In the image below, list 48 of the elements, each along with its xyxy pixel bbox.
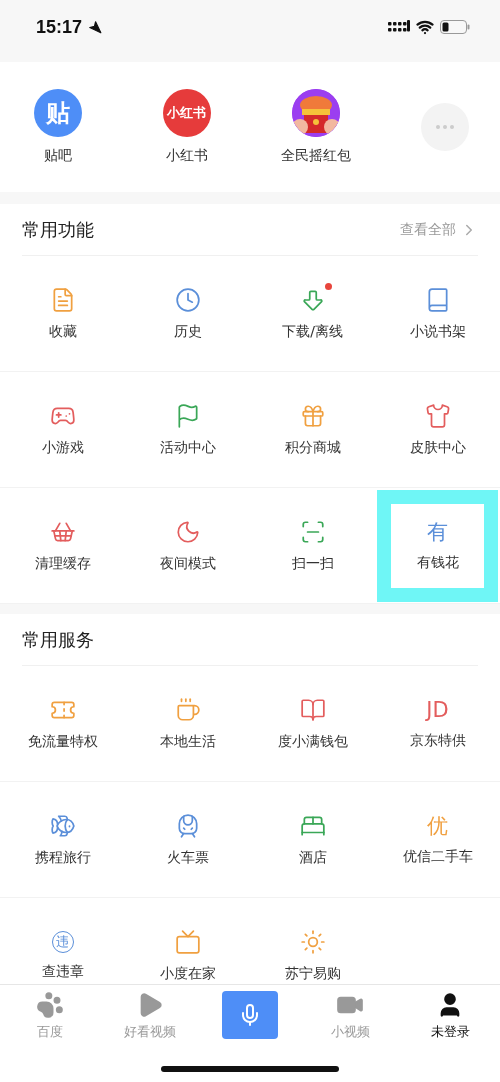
service-label[interactable]: 小度在家 bbox=[159, 964, 216, 983]
function-label[interactable]: 收藏 bbox=[48, 322, 77, 341]
tab[interactable]: 未登录 bbox=[400, 991, 500, 1041]
cup-icon bbox=[174, 696, 201, 723]
wifi-icon bbox=[416, 18, 434, 36]
function-label[interactable]: 活动中心 bbox=[159, 438, 216, 457]
service-label[interactable]: 免流量特权 bbox=[27, 732, 98, 751]
glyph-icon: 有 bbox=[427, 519, 448, 544]
section-title: 常用功能 bbox=[22, 217, 94, 242]
service-label[interactable]: 携程旅行 bbox=[34, 848, 91, 867]
function-label[interactable]: 皮肤中心 bbox=[409, 438, 466, 457]
jd-icon: JD bbox=[426, 697, 449, 722]
signal-icon bbox=[388, 20, 410, 34]
function-label[interactable]: 下载/离线 bbox=[282, 322, 343, 341]
service-label[interactable]: 度小满钱包 bbox=[277, 732, 348, 751]
clock-icon bbox=[174, 286, 201, 313]
voice-search-button[interactable] bbox=[222, 991, 278, 1039]
service-label[interactable]: 京东特供 bbox=[409, 731, 466, 750]
function-label[interactable]: 夜间模式 bbox=[159, 554, 216, 573]
location-arrow-icon bbox=[88, 20, 103, 34]
function-label[interactable]: 历史 bbox=[173, 322, 202, 341]
scan-icon bbox=[299, 518, 326, 545]
moon-icon bbox=[174, 518, 201, 545]
service-label[interactable]: 优信二手车 bbox=[402, 847, 473, 866]
app-label[interactable]: 贴吧 bbox=[43, 147, 72, 165]
glyph-icon: 优 bbox=[427, 813, 448, 838]
open-book-icon bbox=[299, 696, 326, 723]
service-label[interactable]: 苏宁易购 bbox=[284, 964, 341, 983]
app-label[interactable]: 小红书 bbox=[165, 147, 208, 165]
section-title: 常用服务 bbox=[22, 627, 94, 652]
status-time: 15:17 bbox=[36, 16, 83, 38]
function-label[interactable]: 小游戏 bbox=[41, 438, 84, 457]
function-label[interactable]: 小说书架 bbox=[409, 322, 466, 341]
function-label[interactable]: 有钱花 bbox=[416, 553, 459, 572]
service-label[interactable]: 酒店 bbox=[298, 848, 327, 867]
service-label[interactable]: 火车票 bbox=[166, 848, 209, 867]
battery-icon bbox=[440, 20, 470, 34]
function-label[interactable]: 清理缓存 bbox=[34, 554, 91, 573]
service-label[interactable]: 本地生活 bbox=[159, 732, 216, 751]
app-logo[interactable]: 小红书 bbox=[162, 89, 211, 137]
more-icon bbox=[435, 125, 454, 129]
function-label[interactable]: 积分商城 bbox=[284, 438, 341, 457]
function-label[interactable]: 扫一扫 bbox=[291, 554, 334, 573]
paw-icon bbox=[36, 991, 64, 1019]
shirt-icon bbox=[424, 402, 451, 429]
service-label[interactable]: 查违章 bbox=[41, 962, 84, 981]
app-label[interactable]: 全民摇红包 bbox=[280, 147, 351, 165]
gift-icon bbox=[299, 402, 326, 429]
